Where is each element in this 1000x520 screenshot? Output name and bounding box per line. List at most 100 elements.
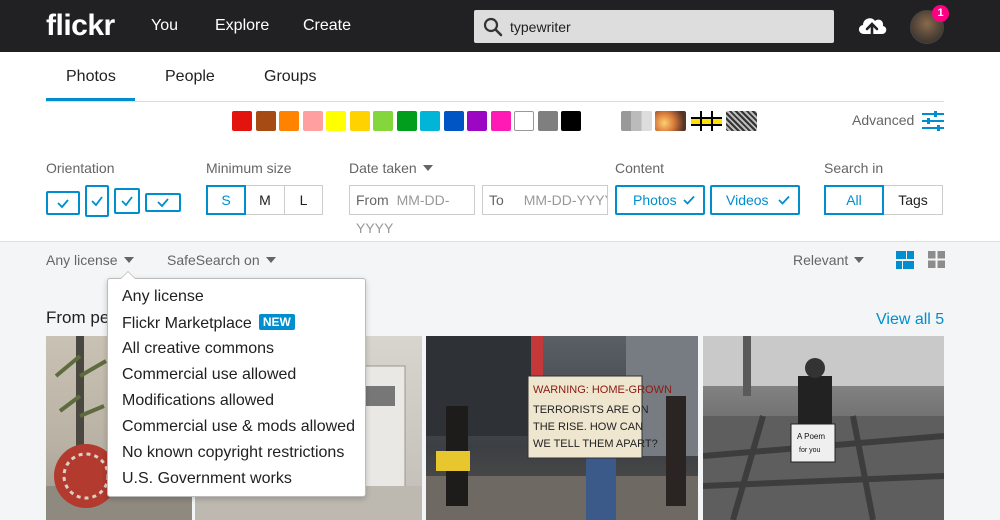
size-large[interactable]: L bbox=[285, 185, 323, 215]
color-swatch[interactable] bbox=[326, 111, 346, 131]
date-taken-label[interactable]: Date taken bbox=[349, 160, 433, 176]
search-tabs: Photos People Groups bbox=[46, 52, 944, 102]
menu-item-commercial-use[interactable]: Commercial use allowed bbox=[122, 366, 296, 384]
chevron-down-icon bbox=[422, 165, 433, 171]
color-swatch[interactable] bbox=[420, 111, 440, 131]
color-swatch[interactable] bbox=[561, 111, 581, 131]
active-tab-indicator bbox=[46, 98, 135, 101]
section-title: From pe bbox=[46, 308, 110, 327]
tab-groups[interactable]: Groups bbox=[264, 68, 316, 86]
menu-item-label: Flickr Marketplace bbox=[122, 315, 252, 332]
patterns-filter[interactable] bbox=[726, 111, 757, 131]
chevron-down-icon bbox=[265, 257, 276, 263]
sign-line-2: TERRORISTS ARE ON bbox=[533, 404, 649, 416]
tab-photos[interactable]: Photos bbox=[66, 68, 116, 86]
to-placeholder: MM-DD-YYYY bbox=[523, 192, 608, 208]
orientation-panorama[interactable] bbox=[145, 193, 181, 212]
photo-thumbnail-3[interactable]: WARNING: HOME-GROWN TERRORISTS ARE ON TH… bbox=[426, 336, 698, 520]
search-in-tags[interactable]: Tags bbox=[884, 185, 943, 215]
license-toggle-label: Any license bbox=[46, 252, 118, 268]
menu-item-commercial-and-mods[interactable]: Commercial use & mods allowed bbox=[122, 418, 355, 436]
color-swatch[interactable] bbox=[303, 111, 323, 131]
photo-thumbnail-4[interactable]: A Poem for you bbox=[703, 336, 944, 520]
minimalism-filter[interactable] bbox=[691, 111, 722, 131]
sort-dropdown[interactable]: Relevant bbox=[793, 252, 865, 268]
content-label: Content bbox=[615, 160, 665, 176]
color-swatch[interactable] bbox=[373, 111, 393, 131]
content-photos-button[interactable]: Photos bbox=[615, 185, 705, 215]
color-swatch[interactable] bbox=[514, 111, 534, 131]
sliders-icon[interactable] bbox=[922, 111, 944, 131]
color-swatch[interactable] bbox=[256, 111, 276, 131]
color-swatch[interactable] bbox=[467, 111, 487, 131]
menu-item-us-government[interactable]: U.S. Government works bbox=[122, 470, 292, 488]
grid-view-icon[interactable] bbox=[928, 251, 945, 268]
date-from-field[interactable]: From MM-DD-YYYY bbox=[349, 185, 475, 236]
color-swatch[interactable] bbox=[279, 111, 299, 131]
check-icon bbox=[683, 195, 695, 205]
justified-view-icon[interactable] bbox=[896, 251, 914, 269]
nav-explore[interactable]: Explore bbox=[215, 17, 269, 35]
license-menu: Any license Flickr Marketplace NEW All cr… bbox=[107, 271, 366, 497]
search-in-label: Search in bbox=[824, 160, 884, 176]
content-videos-button[interactable]: Videos bbox=[710, 185, 800, 215]
color-swatch[interactable] bbox=[232, 111, 252, 131]
menu-item-flickr-marketplace[interactable]: Flickr Marketplace NEW bbox=[122, 314, 295, 333]
date-taken-text: Date taken bbox=[349, 160, 417, 176]
search-box bbox=[474, 10, 834, 43]
color-swatch[interactable] bbox=[538, 111, 558, 131]
from-prefix: From bbox=[356, 192, 389, 208]
orientation-portrait[interactable] bbox=[85, 185, 109, 217]
chevron-down-icon bbox=[123, 257, 134, 263]
nav-create[interactable]: Create bbox=[303, 17, 351, 35]
poem-photo-image: A Poem for you bbox=[703, 336, 944, 520]
search-in-all[interactable]: All bbox=[824, 185, 884, 215]
license-dropdown-toggle[interactable]: Any license bbox=[46, 252, 134, 268]
check-icon bbox=[91, 196, 103, 207]
color-swatch[interactable] bbox=[444, 111, 464, 131]
check-icon bbox=[778, 195, 790, 205]
sign-line-1: WARNING: HOME-GROWN bbox=[533, 384, 672, 396]
orientation-square[interactable] bbox=[114, 188, 140, 214]
menu-item-no-known-copyright[interactable]: No known copyright restrictions bbox=[122, 444, 344, 462]
view-all-link[interactable]: View all 5 bbox=[876, 311, 944, 329]
sign-line-3: THE RISE. HOW CAN bbox=[533, 421, 643, 433]
tab-people[interactable]: People bbox=[165, 68, 215, 86]
content-videos-label: Videos bbox=[726, 192, 769, 208]
color-swatch[interactable] bbox=[350, 111, 370, 131]
min-size-label: Minimum size bbox=[206, 160, 292, 176]
top-bar: flickr You Explore Create 1 bbox=[0, 0, 1000, 52]
size-medium[interactable]: M bbox=[246, 185, 285, 215]
size-small[interactable]: S bbox=[206, 185, 246, 215]
safesearch-label: SafeSearch on bbox=[167, 252, 260, 268]
menu-item-any-license[interactable]: Any license bbox=[122, 288, 204, 306]
advanced-link[interactable]: Advanced bbox=[852, 112, 914, 128]
date-to-field[interactable]: To MM-DD-YYYY bbox=[482, 185, 608, 215]
to-prefix: To bbox=[489, 192, 504, 208]
protest-photo-image: WARNING: HOME-GROWN TERRORISTS ARE ON TH… bbox=[426, 336, 698, 520]
check-icon bbox=[157, 198, 169, 208]
notification-badge[interactable]: 1 bbox=[932, 5, 949, 22]
color-swatch[interactable] bbox=[491, 111, 511, 131]
nav-you[interactable]: You bbox=[151, 17, 178, 35]
safesearch-dropdown[interactable]: SafeSearch on bbox=[167, 252, 276, 268]
shallow-depth-filter[interactable] bbox=[655, 111, 686, 131]
orientation-label: Orientation bbox=[46, 160, 115, 176]
color-swatch[interactable] bbox=[397, 111, 417, 131]
sort-label: Relevant bbox=[793, 252, 849, 268]
menu-item-creative-commons[interactable]: All creative commons bbox=[122, 340, 274, 358]
chevron-down-icon bbox=[854, 257, 865, 263]
new-badge: NEW bbox=[258, 314, 295, 330]
check-icon bbox=[57, 199, 69, 209]
upload-cloud-icon[interactable] bbox=[856, 12, 888, 40]
poem-line-2: for you bbox=[799, 447, 821, 454]
content-photos-label: Photos bbox=[633, 192, 677, 208]
sign-line-4: WE TELL THEM APART? bbox=[533, 438, 658, 450]
search-input[interactable] bbox=[510, 10, 820, 43]
orientation-landscape[interactable] bbox=[46, 191, 80, 215]
check-icon bbox=[121, 196, 133, 207]
menu-item-modifications[interactable]: Modifications allowed bbox=[122, 392, 274, 410]
poem-line-1: A Poem bbox=[797, 432, 825, 441]
flickr-logo[interactable]: flickr bbox=[46, 9, 115, 43]
black-and-white-filter[interactable] bbox=[621, 111, 652, 131]
